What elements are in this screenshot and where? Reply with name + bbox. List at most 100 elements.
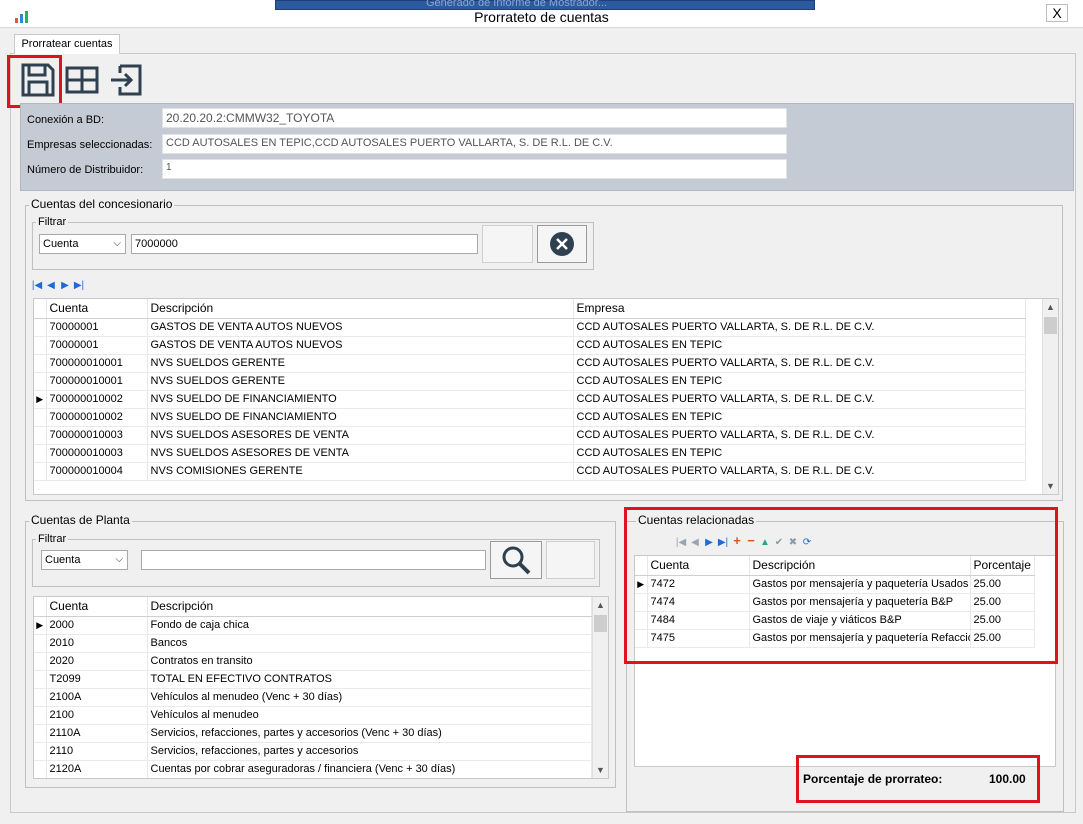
concesionario-cell[interactable]: CCD AUTOSALES EN TEPIC [573,444,1026,463]
concesionario-cell[interactable]: 700000010001 [46,354,148,373]
planta-cell[interactable]: 2000 [46,616,148,635]
planta-cell[interactable]: Vehículos al menudeo [147,706,592,725]
planta-cell[interactable]: 2100A [46,688,148,707]
clear-filter-button[interactable] [537,225,587,263]
concesionario-cell[interactable]: 70000001 [46,336,148,355]
last-record-icon[interactable]: ▶| [72,280,86,291]
planta-cell[interactable]: 2020 [46,652,148,671]
planta-blank-button[interactable] [546,541,595,579]
concesionario-cell[interactable]: CCD AUTOSALES PUERTO VALLARTA, S. DE R.L… [573,462,1026,481]
concesionario-cell[interactable]: CCD AUTOSALES EN TEPIC [573,372,1026,391]
planta-filter-select[interactable]: Cuenta ⌵ [41,550,128,570]
concesionario-cell[interactable]: GASTOS DE VENTA AUTOS NUEVOS [147,336,574,355]
concesionario-filter-select[interactable]: Cuenta ⌵ [39,234,126,254]
planta-cell[interactable]: Servicios, refacciones, partes y accesor… [147,724,592,743]
planta-cell[interactable]: 2110A [46,724,148,743]
row-indicator [34,336,47,355]
planta-table-row[interactable]: T2099 TOTAL EN EFECTIVO CONTRATOS [34,670,592,689]
concesionario-scrollbar[interactable]: ▲ ▼ [1042,299,1058,494]
conexion-label: Conexión a BD: [27,114,105,126]
planta-cell[interactable]: Fondo de caja chica [147,616,592,635]
concesionario-table-row[interactable]: 70000001 GASTOS DE VENTA AUTOS NUEVOS CCD … [34,336,1026,355]
concesionario-table-row[interactable]: ▶ 700000010002 NVS SUELDO DE FINANCIAMIENT… [34,390,1026,409]
search-button[interactable] [490,541,542,579]
tab-prorratear-cuentas[interactable]: Prorratear cuentas [14,34,120,54]
planta-cell[interactable]: 2120A [46,760,148,778]
concesionario-table-row[interactable]: 700000010003 NVS SUELDOS ASESORES DE VENT… [34,426,1026,445]
planta-filter-input[interactable] [141,550,486,570]
scroll-up-icon[interactable]: ▲ [593,598,608,613]
concesionario-table-row[interactable]: 700000010003 NVS SUELDOS ASESORES DE VENT… [34,444,1026,463]
first-record-icon[interactable]: |◀ [30,280,44,291]
concesionario-cell[interactable]: 700000010003 [46,426,148,445]
concesionario-cell[interactable]: GASTOS DE VENTA AUTOS NUEVOS [147,318,574,337]
concesionario-filter-input[interactable]: 7000000 [131,234,478,254]
concesionario-blank-button[interactable] [482,225,533,263]
prev-record-icon[interactable]: ◀ [44,280,58,291]
concesionario-cell[interactable]: 700000010002 [46,408,148,427]
chevron-down-icon: ⌵ [113,238,121,249]
exit-button[interactable] [108,62,144,98]
concesionario-cell[interactable]: NVS SUELDOS ASESORES DE VENTA [147,426,574,445]
planta-cell[interactable]: Cuentas por cobrar aseguradoras / financ… [147,760,592,778]
scroll-down-icon[interactable]: ▼ [1043,479,1058,494]
planta-cell[interactable]: Contratos en transito [147,652,592,671]
planta-table-row[interactable]: 2120A Cuentas por cobrar aseguradoras / f… [34,760,592,778]
column-header[interactable]: Cuenta [46,597,148,617]
concesionario-cell[interactable]: 700000010004 [46,462,148,481]
concesionario-table-row[interactable]: 700000010001 NVS SUELDOS GERENTE CCD AUTOS… [34,354,1026,373]
planta-cell[interactable]: Bancos [147,634,592,653]
planta-cell[interactable]: Vehículos al menudeo (Venc + 30 días) [147,688,592,707]
grid-view-button[interactable] [64,62,100,98]
concesionario-table-row[interactable]: 70000001 GASTOS DE VENTA AUTOS NUEVOS CCD … [34,318,1026,337]
column-header[interactable]: Cuenta [46,299,148,319]
scroll-thumb[interactable] [594,615,607,632]
concesionario-cell[interactable]: CCD AUTOSALES PUERTO VALLARTA, S. DE R.L… [573,318,1026,337]
close-button[interactable]: X [1046,4,1068,22]
search-icon [502,546,531,575]
concesionario-cell[interactable]: NVS SUELDOS ASESORES DE VENTA [147,444,574,463]
concesionario-cell[interactable]: NVS SUELDOS GERENTE [147,372,574,391]
planta-table-row[interactable]: 2110 Servicios, refacciones, partes y acc… [34,742,592,761]
row-indicator [34,462,47,481]
planta-table-row[interactable]: 2020 Contratos en transito [34,652,592,671]
planta-cell[interactable]: TOTAL EN EFECTIVO CONTRATOS [147,670,592,689]
planta-cell[interactable]: 2100 [46,706,148,725]
concesionario-cell[interactable]: NVS SUELDO DE FINANCIAMIENTO [147,390,574,409]
planta-table-row[interactable]: ▶ 2000 Fondo de caja chica [34,616,592,635]
column-header[interactable]: Empresa [573,299,1026,319]
concesionario-cell[interactable]: CCD AUTOSALES EN TEPIC [573,336,1026,355]
column-header[interactable]: Descripción [147,597,592,617]
concesionario-table-row[interactable]: 700000010004 NVS COMISIONES GERENTE CCD AU… [34,462,1026,481]
concesionario-cell[interactable]: NVS COMISIONES GERENTE [147,462,574,481]
concesionario-cell[interactable]: 700000010003 [46,444,148,463]
planta-scrollbar[interactable]: ▲ ▼ [592,597,608,778]
planta-cell[interactable]: Servicios, refacciones, partes y accesor… [147,742,592,761]
planta-table-row[interactable]: 2010 Bancos [34,634,592,653]
concesionario-cell[interactable]: NVS SUELDO DE FINANCIAMIENTO [147,408,574,427]
planta-cell[interactable]: 2010 [46,634,148,653]
grid-icon [65,66,99,94]
concesionario-cell[interactable]: 700000010001 [46,372,148,391]
concesionario-cell[interactable]: 70000001 [46,318,148,337]
scroll-up-icon[interactable]: ▲ [1043,300,1058,315]
scroll-down-icon[interactable]: ▼ [593,763,608,778]
column-header[interactable]: Descripción [147,299,574,319]
scroll-thumb[interactable] [1044,317,1057,334]
concesionario-table-row[interactable]: 700000010002 NVS SUELDO DE FINANCIAMIENTO… [34,408,1026,427]
concesionario-cell[interactable]: 700000010002 [46,390,148,409]
planta-cell[interactable]: T2099 [46,670,148,689]
planta-table-row[interactable]: 2100A Vehículos al menudeo (Venc + 30 día… [34,688,592,707]
concesionario-cell[interactable]: NVS SUELDOS GERENTE [147,354,574,373]
planta-table-row[interactable]: 2100 Vehículos al menudeo [34,706,592,725]
concesionario-table-row[interactable]: 700000010001 NVS SUELDOS GERENTE CCD AUTOS… [34,372,1026,391]
concesionario-cell[interactable]: CCD AUTOSALES PUERTO VALLARTA, S. DE R.L… [573,354,1026,373]
planta-table-row[interactable]: 2110A Servicios, refacciones, partes y ac… [34,724,592,743]
planta-title: Cuentas de Planta [29,513,132,527]
concesionario-cell[interactable]: CCD AUTOSALES PUERTO VALLARTA, S. DE R.L… [573,426,1026,445]
planta-cell[interactable]: 2110 [46,742,148,761]
next-record-icon[interactable]: ▶ [58,280,72,291]
concesionario-cell[interactable]: CCD AUTOSALES EN TEPIC [573,408,1026,427]
concesionario-cell[interactable]: CCD AUTOSALES PUERTO VALLARTA, S. DE R.L… [573,390,1026,409]
row-indicator [34,724,47,743]
